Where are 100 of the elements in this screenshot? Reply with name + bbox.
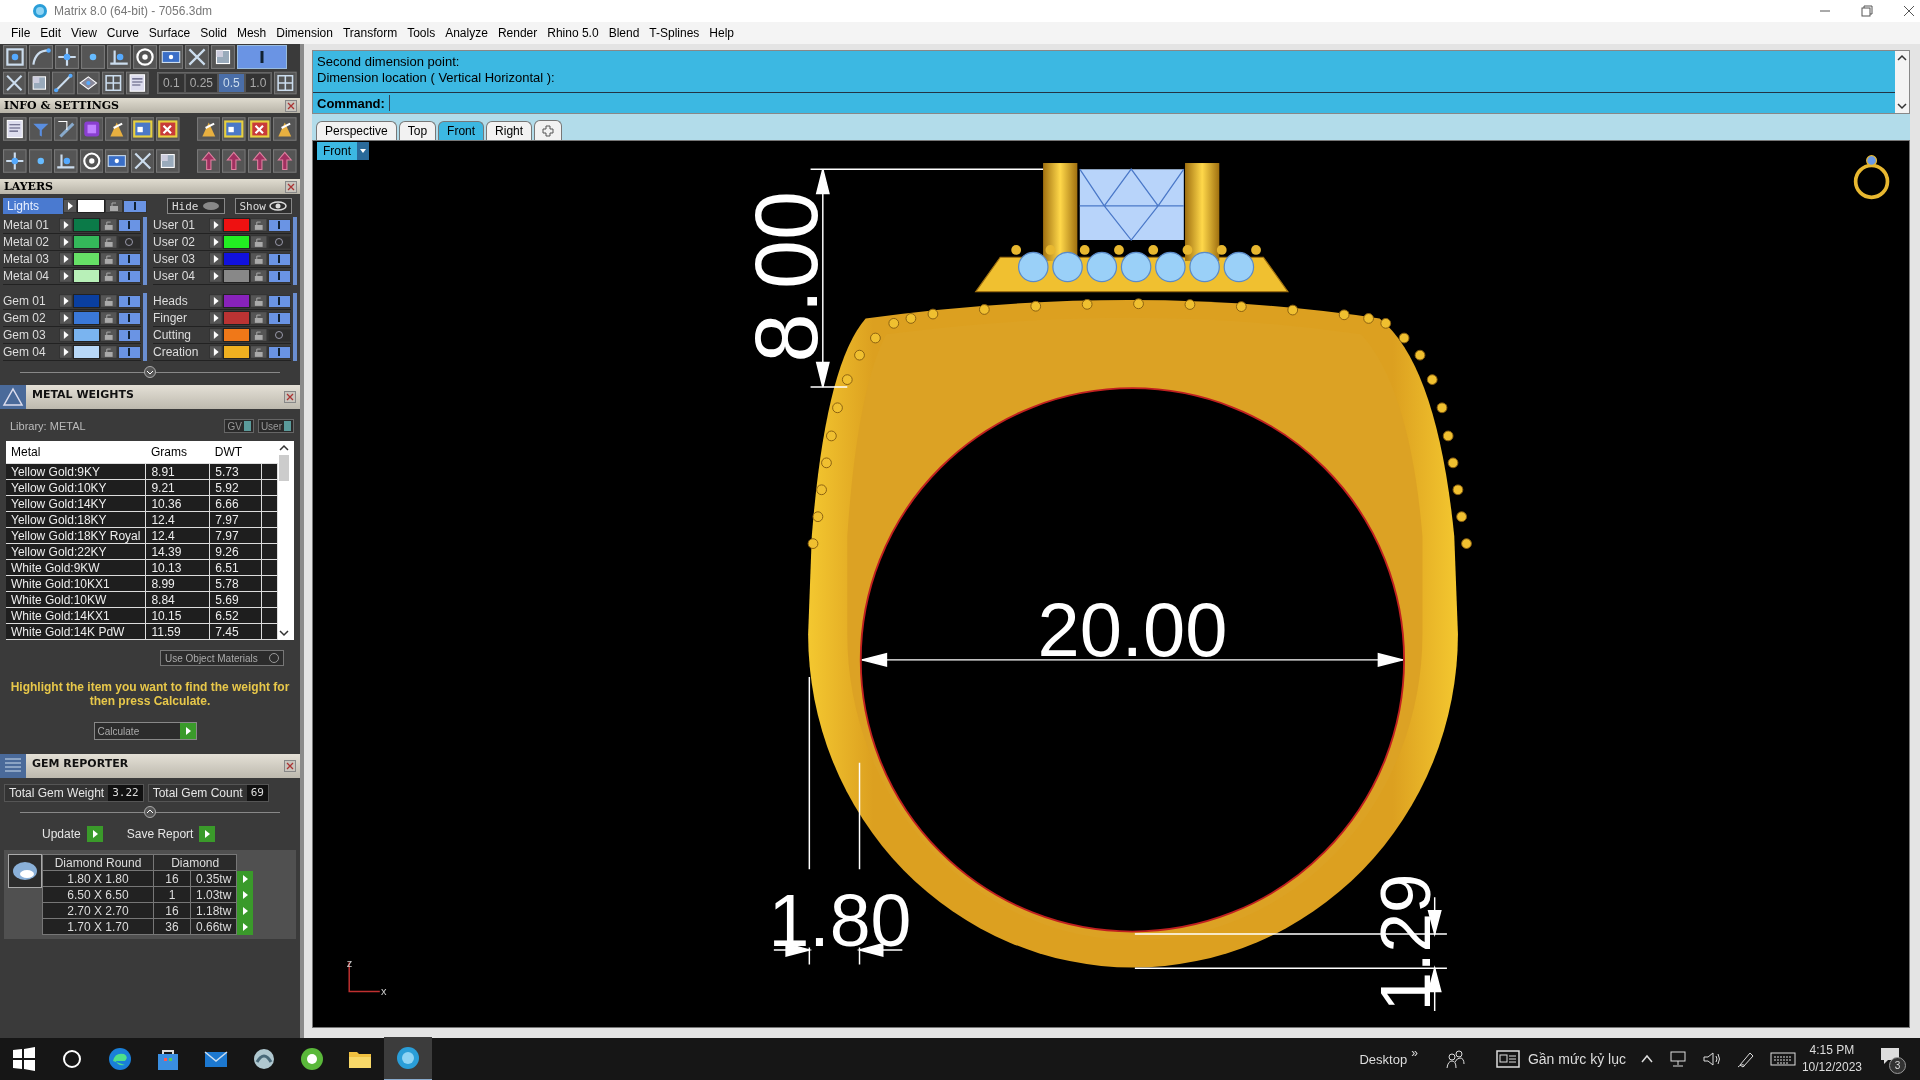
visibility-toggle[interactable] bbox=[117, 218, 141, 232]
add-tab-button[interactable] bbox=[534, 120, 563, 140]
color-swatch[interactable] bbox=[72, 328, 101, 342]
color-swatch[interactable] bbox=[222, 294, 251, 308]
tool-icon[interactable] bbox=[29, 45, 53, 69]
lock-icon[interactable] bbox=[100, 345, 118, 359]
menu-item[interactable]: Transform bbox=[337, 26, 403, 40]
close-button[interactable] bbox=[285, 99, 297, 112]
expand-icon[interactable] bbox=[209, 235, 223, 249]
visibility-toggle[interactable] bbox=[267, 328, 291, 342]
color-swatch[interactable] bbox=[222, 235, 251, 249]
tool-icon[interactable] bbox=[107, 45, 131, 69]
tool-icon[interactable] bbox=[28, 148, 53, 174]
color-swatch[interactable] bbox=[72, 345, 101, 359]
tool-icon[interactable] bbox=[3, 71, 26, 95]
lock-icon[interactable] bbox=[100, 252, 118, 266]
tool-icon[interactable] bbox=[3, 116, 27, 142]
play-button[interactable] bbox=[199, 826, 216, 842]
visibility-toggle[interactable] bbox=[267, 294, 291, 308]
lock-icon[interactable] bbox=[100, 235, 118, 249]
layer-button[interactable]: Lights bbox=[3, 198, 63, 214]
visibility-toggle[interactable] bbox=[267, 252, 291, 266]
scrollbar-thumb[interactable] bbox=[279, 455, 289, 481]
expand-icon[interactable] bbox=[59, 252, 73, 266]
lock-icon[interactable] bbox=[105, 199, 123, 213]
toggle-button[interactable]: Use Object Materials bbox=[160, 650, 284, 666]
lock-icon[interactable] bbox=[100, 294, 118, 308]
expand-icon[interactable] bbox=[209, 218, 223, 232]
tool-icon[interactable] bbox=[79, 148, 104, 174]
view-tab[interactable]: Perspective bbox=[316, 121, 397, 140]
color-swatch[interactable] bbox=[222, 311, 251, 325]
snap-button[interactable]: 0.5 bbox=[218, 73, 245, 93]
tool-icon[interactable] bbox=[101, 71, 125, 95]
lock-icon[interactable] bbox=[100, 218, 118, 232]
lock-icon[interactable] bbox=[250, 328, 268, 342]
tool-icon[interactable] bbox=[274, 71, 297, 95]
tool-icon[interactable] bbox=[273, 116, 298, 142]
network-icon[interactable] bbox=[1667, 1050, 1688, 1068]
expand-icon[interactable] bbox=[59, 294, 73, 308]
close-button[interactable] bbox=[285, 180, 297, 193]
menu-item[interactable]: T-Splines bbox=[644, 26, 705, 40]
menu-item[interactable]: Mesh bbox=[231, 26, 272, 40]
tool-icon[interactable] bbox=[185, 45, 209, 69]
menu-item[interactable]: Solid bbox=[195, 26, 232, 40]
tool-icon[interactable] bbox=[3, 45, 27, 69]
visibility-toggle[interactable] bbox=[267, 235, 291, 249]
plus-icon[interactable] bbox=[542, 124, 555, 137]
menu-item[interactable]: View bbox=[66, 26, 102, 40]
visibility-toggle[interactable] bbox=[117, 328, 141, 342]
lock-icon[interactable] bbox=[250, 269, 268, 283]
close-button[interactable] bbox=[284, 391, 296, 403]
menu-item[interactable]: Blend bbox=[603, 26, 645, 40]
visibility-toggle[interactable] bbox=[123, 199, 147, 213]
hide-button[interactable]: Hide bbox=[167, 198, 225, 214]
tool-icon[interactable] bbox=[105, 116, 129, 142]
close-icon[interactable] bbox=[1902, 4, 1916, 18]
expand-icon[interactable] bbox=[209, 311, 223, 325]
view-tab[interactable]: Front bbox=[438, 121, 485, 140]
color-swatch[interactable] bbox=[72, 311, 101, 325]
tool-icon[interactable] bbox=[196, 116, 221, 142]
color-swatch[interactable] bbox=[77, 199, 105, 213]
tool-icon[interactable] bbox=[3, 148, 27, 174]
menu-item[interactable]: File bbox=[6, 26, 36, 40]
menu-item[interactable]: Tools bbox=[402, 26, 441, 40]
start-icon[interactable] bbox=[11, 1046, 37, 1072]
menu-item[interactable]: Help bbox=[704, 26, 740, 40]
expand-icon[interactable] bbox=[59, 269, 73, 283]
collapse-icon[interactable] bbox=[144, 366, 156, 378]
menu-item[interactable]: Surface bbox=[143, 26, 196, 40]
color-swatch[interactable] bbox=[72, 235, 101, 249]
expand-icon[interactable] bbox=[59, 235, 73, 249]
snap-button[interactable]: 0.25 bbox=[184, 73, 218, 93]
lock-icon[interactable] bbox=[250, 345, 268, 359]
color-swatch[interactable] bbox=[222, 218, 251, 232]
tool-icon[interactable] bbox=[130, 116, 155, 142]
tool-icon[interactable] bbox=[105, 148, 129, 174]
play-button[interactable] bbox=[237, 870, 254, 887]
report-button[interactable]: Update bbox=[42, 827, 81, 841]
lock-icon[interactable] bbox=[250, 252, 268, 266]
report-button[interactable]: Save Report bbox=[126, 827, 194, 841]
visibility-toggle[interactable] bbox=[267, 269, 291, 283]
expand-icon[interactable] bbox=[59, 328, 73, 342]
expand-up-icon[interactable] bbox=[144, 806, 156, 818]
color-swatch[interactable] bbox=[222, 345, 251, 359]
app-icon[interactable] bbox=[395, 1045, 421, 1071]
lock-icon[interactable] bbox=[250, 235, 268, 249]
menu-item[interactable]: Render bbox=[492, 26, 543, 40]
expand-icon[interactable] bbox=[209, 269, 223, 283]
visibility-toggle[interactable] bbox=[117, 252, 141, 266]
keyboard-icon[interactable] bbox=[1769, 1051, 1796, 1067]
snap-button[interactable]: 1.0 bbox=[244, 73, 272, 93]
tool-icon[interactable] bbox=[130, 148, 155, 174]
clock-date[interactable]: 10/12/2023 bbox=[1801, 1059, 1862, 1076]
color-swatch[interactable] bbox=[72, 218, 101, 232]
tool-icon[interactable] bbox=[55, 45, 79, 69]
dropdown-icon[interactable] bbox=[357, 142, 369, 160]
lock-icon[interactable] bbox=[250, 218, 268, 232]
lock-icon[interactable] bbox=[250, 311, 268, 325]
lock-icon[interactable] bbox=[100, 328, 118, 342]
play-button[interactable] bbox=[86, 826, 103, 842]
